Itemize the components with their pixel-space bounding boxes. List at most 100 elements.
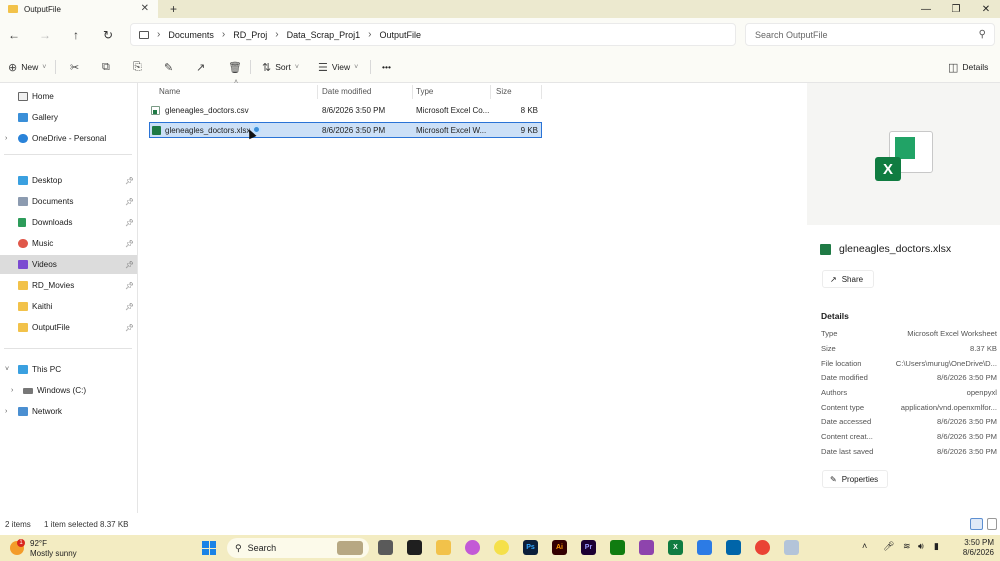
divider[interactable] — [490, 85, 491, 99]
file-type: Microsoft Excel Co... — [416, 106, 490, 115]
sidebar-item-windows-c[interactable]: › Windows (C:) — [0, 381, 137, 400]
address-bar[interactable]: › Documents › RD_Proj › Data_Scrap_Proj1… — [130, 23, 736, 46]
sidebar-item-network[interactable]: › Network — [0, 402, 137, 421]
more-options-button[interactable]: ••• — [382, 59, 391, 75]
windows-start-icon[interactable] — [202, 541, 216, 555]
pin-icon[interactable]: 📌︎ — [125, 198, 134, 206]
battery-icon[interactable]: ▮ — [934, 541, 939, 552]
details-pane-button[interactable]: ◫ Details — [948, 59, 988, 75]
view-button[interactable]: ☰ View ˅ — [318, 59, 358, 75]
column-header-date[interactable]: Date modified — [322, 83, 371, 99]
new-tab-button[interactable]: + — [170, 2, 177, 16]
pin-icon[interactable]: 📌︎ — [125, 240, 134, 248]
search-input[interactable]: Search OutputFile ⚲ — [745, 23, 995, 46]
task-view-icon[interactable] — [378, 540, 393, 555]
pin-icon[interactable]: 📌︎ — [125, 324, 134, 332]
chrome-icon[interactable] — [755, 540, 770, 555]
documents-icon — [18, 197, 28, 206]
share-toolbar-button[interactable]: ↗ — [196, 59, 205, 75]
wifi-icon[interactable]: ≋ — [903, 541, 911, 552]
xbox-icon[interactable] — [610, 540, 625, 555]
sort-button[interactable]: ⇅ Sort ˅ — [262, 59, 299, 75]
close-tab-button[interactable]: ✕ — [141, 3, 149, 14]
pin-icon[interactable]: 📌︎ — [125, 282, 134, 290]
pin-icon[interactable]: 📌︎ — [125, 261, 134, 269]
app-blue-icon[interactable] — [697, 540, 712, 555]
breadcrumb-data-scrap-proj1[interactable]: Data_Scrap_Proj1 — [287, 30, 361, 40]
file-explorer-icon[interactable] — [436, 540, 451, 555]
details-pane: X gleneagles_doctors.xlsx ↗ Share Detail… — [807, 83, 1000, 513]
column-header-name[interactable]: Name — [159, 83, 180, 99]
sidebar-item-kaithi[interactable]: Kaithi 📌︎ — [0, 297, 137, 316]
rename-button[interactable]: ✎ — [164, 59, 173, 75]
app-purple-icon[interactable] — [639, 540, 654, 555]
microphone-icon[interactable]: 🎤︎ — [883, 541, 894, 552]
paste-button[interactable]: ⎘ — [133, 59, 142, 75]
table-row[interactable]: gleneagles_doctors.csv 8/6/2026 3:50 PM … — [149, 103, 542, 119]
forward-button[interactable]: → — [35, 26, 55, 44]
breadcrumb-documents[interactable]: Documents — [168, 30, 214, 40]
sidebar-item-documents[interactable]: Documents 📌︎ — [0, 192, 137, 211]
tiles-view-button[interactable] — [987, 518, 997, 530]
sidebar-item-this-pc[interactable]: ˅ This PC — [0, 360, 137, 379]
sidebar-item-rd-movies[interactable]: RD_Movies 📌︎ — [0, 276, 137, 295]
capcut-icon[interactable] — [407, 540, 422, 555]
sidebar-item-videos[interactable]: Videos 📌︎ — [0, 255, 137, 274]
system-clock[interactable]: 3:50 PM 8/6/2026 — [950, 538, 994, 558]
sidebar-item-outputfile[interactable]: OutputFile 📌︎ — [0, 318, 137, 337]
divider — [250, 60, 251, 74]
maximize-button[interactable]: ❐ — [940, 0, 972, 18]
share-button[interactable]: ↗ Share — [822, 270, 874, 288]
chevron-down-icon: ˅ — [42, 63, 47, 71]
chevron-right-icon[interactable]: › — [5, 408, 7, 415]
pin-icon[interactable]: 📌︎ — [125, 303, 134, 311]
property-key: Content type — [821, 403, 865, 412]
snipping-tool-icon[interactable] — [784, 540, 799, 555]
divider[interactable] — [541, 85, 542, 99]
details-view-button[interactable] — [970, 518, 983, 530]
sidebar-item-gallery[interactable]: Gallery — [0, 108, 137, 127]
new-button[interactable]: ⊕ New ˅ — [8, 59, 46, 75]
minimize-button[interactable]: — — [910, 0, 942, 18]
divider[interactable] — [412, 85, 413, 99]
table-row[interactable]: gleneagles_doctors.xlsx 8/6/2026 3:50 PM… — [149, 122, 542, 140]
file-date: 8/6/2026 3:50 PM — [322, 106, 386, 115]
vscode-icon[interactable] — [726, 540, 741, 555]
delete-button[interactable]: 🗑︎ — [228, 59, 242, 75]
chevron-up-icon[interactable]: ˄ — [862, 541, 867, 551]
chevron-down-icon: ˅ — [354, 63, 359, 71]
sidebar-item-downloads[interactable]: Downloads 📌︎ — [0, 213, 137, 232]
chevron-right-icon[interactable]: › — [5, 135, 7, 142]
column-header-size[interactable]: Size — [496, 83, 512, 99]
pin-icon[interactable]: 📌︎ — [125, 219, 134, 227]
copy-button[interactable]: ⧉ — [102, 59, 110, 75]
up-button[interactable]: ↑ — [66, 26, 86, 44]
cut-button[interactable]: ✂ — [70, 59, 79, 75]
breadcrumb-outputfile[interactable]: OutputFile — [379, 30, 421, 40]
tab-outputfile[interactable]: OutputFile ✕ — [0, 0, 158, 18]
details-heading: Details — [821, 311, 849, 321]
excel-taskbar-icon[interactable]: X — [668, 540, 683, 555]
sidebar-item-home[interactable]: Home — [0, 87, 137, 106]
sidebar-item-desktop[interactable]: Desktop 📌︎ — [0, 171, 137, 190]
copilot-icon[interactable] — [465, 540, 480, 555]
pin-icon[interactable]: 📌︎ — [125, 177, 134, 185]
volume-icon[interactable]: 🔊︎ — [918, 541, 924, 552]
sidebar-item-onedrive[interactable]: › OneDrive - Personal — [0, 129, 137, 148]
photoshop-icon[interactable]: Ps — [523, 540, 538, 555]
illustrator-icon[interactable]: Ai — [552, 540, 567, 555]
weather-widget[interactable]: 1 92°F Mostly sunny — [10, 538, 100, 558]
close-window-button[interactable]: ✕ — [970, 0, 1000, 18]
breadcrumb-rd-proj[interactable]: RD_Proj — [233, 30, 267, 40]
back-button[interactable]: ← — [4, 26, 24, 44]
refresh-button[interactable]: ↻ — [98, 26, 118, 44]
column-header-type[interactable]: Type — [416, 83, 433, 99]
properties-button[interactable]: ✎ Properties — [822, 470, 888, 488]
app-yellow-icon[interactable] — [494, 540, 509, 555]
premiere-icon[interactable]: Pr — [581, 540, 596, 555]
chevron-down-icon[interactable]: ˅ — [5, 366, 9, 373]
sidebar-item-music[interactable]: Music 📌︎ — [0, 234, 137, 253]
divider[interactable] — [317, 85, 318, 99]
chevron-right-icon[interactable]: › — [11, 387, 13, 394]
taskbar-search[interactable]: ⚲ Search — [227, 538, 369, 558]
